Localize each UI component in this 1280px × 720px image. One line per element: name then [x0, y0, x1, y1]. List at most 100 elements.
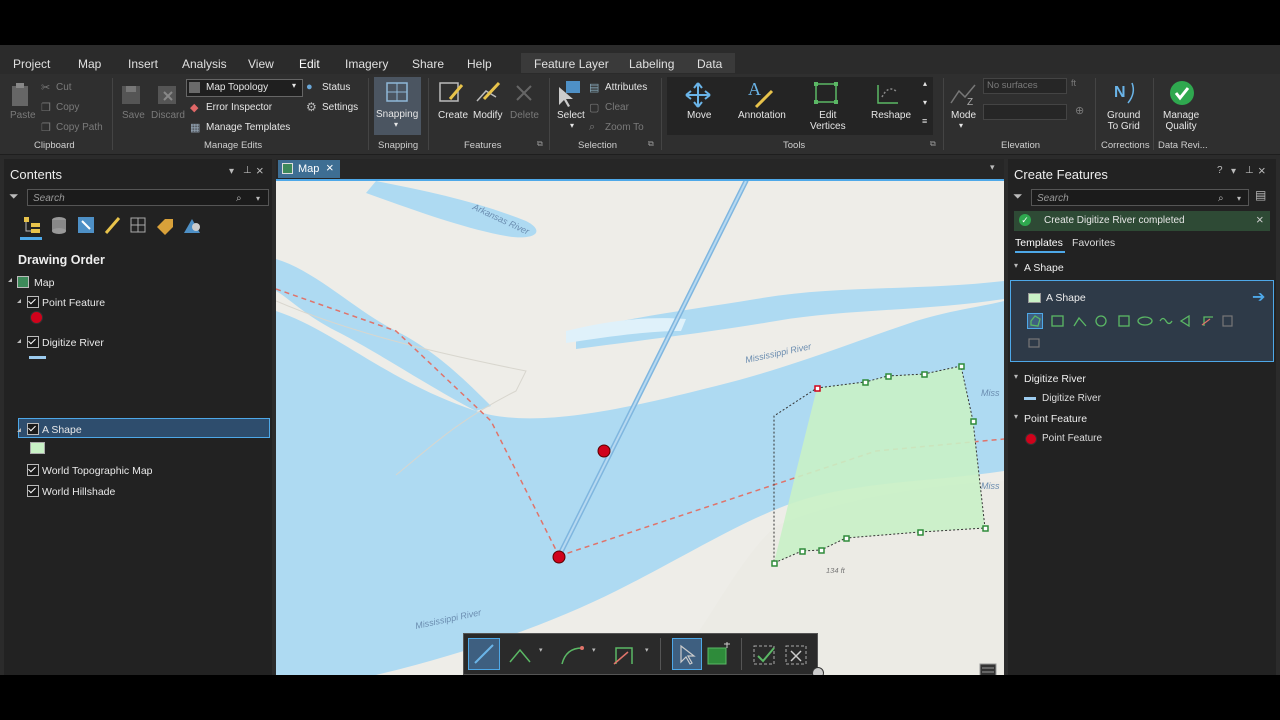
error-inspector-button[interactable]: Error Inspector: [206, 102, 272, 113]
collapse-icon[interactable]: ▾: [1014, 412, 1018, 421]
list-by-editing-icon[interactable]: [102, 215, 122, 235]
list-by-selection-icon[interactable]: [76, 215, 96, 235]
vertex[interactable]: [843, 535, 850, 542]
layer-visibility-checkbox[interactable]: [27, 485, 39, 497]
elevation-value-field[interactable]: [983, 104, 1067, 120]
tab-imagery[interactable]: Imagery: [345, 57, 388, 71]
select-vertex-button[interactable]: [672, 638, 702, 670]
layer-world-hillshade[interactable]: World Hillshade: [42, 486, 115, 498]
auto-complete-tool-icon[interactable]: [1179, 315, 1193, 327]
modify-icon[interactable]: [474, 79, 502, 107]
vertex[interactable]: [818, 547, 825, 554]
annotation-icon[interactable]: A: [746, 79, 776, 109]
layer-digitize-river[interactable]: Digitize River: [42, 337, 104, 349]
list-by-labeling-icon[interactable]: [155, 215, 175, 235]
elevation-add-icon[interactable]: ⊕: [1075, 104, 1084, 117]
save-icon[interactable]: [120, 82, 144, 108]
manage-quality-button[interactable]: Manage Quality: [1163, 110, 1199, 132]
list-by-source-icon[interactable]: [49, 215, 69, 235]
chevron-down-icon[interactable]: ▾: [539, 646, 543, 654]
close-icon[interactable]: ×: [1256, 212, 1264, 227]
topology-select[interactable]: Map Topology ▾: [186, 79, 303, 97]
layer-visibility-checkbox[interactable]: [27, 423, 39, 435]
map-svg[interactable]: Arkansas River Mississippi River Mississ…: [276, 181, 1004, 675]
group-digitize-river[interactable]: Digitize River: [1024, 373, 1086, 385]
tab-project[interactable]: Project: [13, 57, 50, 71]
help-icon[interactable]: ?: [1217, 165, 1223, 176]
reshape-button[interactable]: Reshape: [871, 110, 911, 121]
templates-search-input[interactable]: Search ⌕ ▾: [1031, 189, 1249, 206]
save-button[interactable]: Save: [122, 110, 145, 121]
move-button[interactable]: Move: [687, 110, 711, 121]
vertex[interactable]: [917, 529, 924, 536]
close-icon[interactable]: ×: [256, 163, 264, 178]
copy-button[interactable]: Copy: [56, 102, 79, 113]
mode-button[interactable]: Mode: [951, 110, 976, 121]
point-feature-marker[interactable]: [552, 550, 566, 564]
edit-vertices-icon[interactable]: [812, 81, 840, 107]
template-a-shape[interactable]: A Shape ➔: [1010, 280, 1274, 362]
tab-templates[interactable]: Templates: [1015, 237, 1063, 249]
tab-edit[interactable]: Edit: [299, 57, 320, 76]
pane-menu-icon[interactable]: ▾: [229, 166, 234, 177]
filter-icon[interactable]: ⏷: [1013, 189, 1023, 204]
point-feature-marker[interactable]: [597, 444, 611, 458]
chevron-down-icon[interactable]: ▾: [990, 162, 995, 173]
elevation-mode-icon[interactable]: Z: [949, 79, 979, 107]
gallery-up-icon[interactable]: ▴: [923, 79, 927, 88]
status-button[interactable]: Status: [322, 82, 350, 93]
tab-data[interactable]: Data: [697, 57, 722, 71]
discard-button[interactable]: Discard: [151, 110, 185, 121]
create-button[interactable]: Create: [438, 110, 468, 121]
rectangle-tool-icon[interactable]: [1051, 315, 1065, 327]
ground-to-grid-icon[interactable]: N: [1110, 79, 1138, 107]
layer-visibility-checkbox[interactable]: [27, 296, 39, 308]
close-icon[interactable]: ×: [1258, 163, 1266, 178]
trace-tool-icon[interactable]: [1201, 315, 1215, 327]
contents-search-input[interactable]: Search ⌕ ▾: [27, 189, 269, 206]
create-icon[interactable]: [438, 79, 466, 107]
template-options-icon[interactable]: ▤: [1255, 188, 1266, 202]
collapse-icon[interactable]: ▾: [1014, 372, 1018, 381]
template-digitize-river[interactable]: Digitize River: [1042, 393, 1101, 404]
polygon-tool-button[interactable]: [1027, 313, 1043, 329]
square-tool-icon[interactable]: [1117, 315, 1131, 327]
delete-button[interactable]: Delete: [510, 110, 539, 121]
trace-tool-icon[interactable]: [612, 644, 638, 666]
list-by-perspective-icon[interactable]: [182, 215, 202, 235]
chevron-down-icon[interactable]: ▾: [645, 646, 649, 654]
vertex[interactable]: [982, 525, 989, 532]
modify-button[interactable]: Modify: [473, 110, 502, 121]
right-angle-tool-icon[interactable]: [508, 644, 534, 666]
pin-icon[interactable]: ⊥: [243, 165, 252, 176]
delete-icon[interactable]: [512, 81, 536, 105]
tab-share[interactable]: Share: [412, 57, 444, 71]
snapping-button[interactable]: Snapping ▾: [374, 77, 421, 135]
tab-labeling[interactable]: Labeling: [629, 57, 674, 71]
select-button[interactable]: Select: [557, 110, 585, 121]
pin-icon[interactable]: ⊥: [1245, 165, 1254, 176]
expand-icon[interactable]: [17, 339, 21, 343]
settings-button[interactable]: Settings: [322, 102, 358, 113]
attributes-button[interactable]: Attributes: [605, 82, 647, 93]
map-view-tab[interactable]: Map ×: [278, 160, 340, 178]
right-angle-tool-icon[interactable]: [1073, 315, 1087, 327]
expand-icon[interactable]: [17, 428, 21, 432]
layer-a-shape[interactable]: A Shape: [42, 424, 82, 436]
tab-feature-layer[interactable]: Feature Layer: [534, 57, 609, 71]
resize-handle-icon[interactable]: [812, 667, 824, 675]
freehand-tool-icon[interactable]: [1159, 315, 1173, 327]
chevron-down-icon[interactable]: ▾: [592, 646, 596, 654]
map-canvas[interactable]: Arkansas River Mississippi River Mississ…: [276, 181, 1004, 675]
paste-icon[interactable]: [9, 82, 33, 108]
list-by-snapping-icon[interactable]: [128, 215, 148, 235]
tab-map[interactable]: Map: [78, 57, 101, 71]
layer-world-topographic-map[interactable]: World Topographic Map: [42, 465, 153, 477]
cut-button[interactable]: Cut: [56, 82, 72, 93]
circle-tool-icon[interactable]: [1095, 315, 1109, 327]
tab-view[interactable]: View: [248, 57, 274, 71]
paste-button[interactable]: Paste: [10, 110, 36, 121]
ellipse-tool-icon[interactable]: [1137, 315, 1153, 327]
extent-tool-icon[interactable]: [1027, 337, 1041, 349]
manage-templates-button[interactable]: Manage Templates: [206, 122, 290, 133]
